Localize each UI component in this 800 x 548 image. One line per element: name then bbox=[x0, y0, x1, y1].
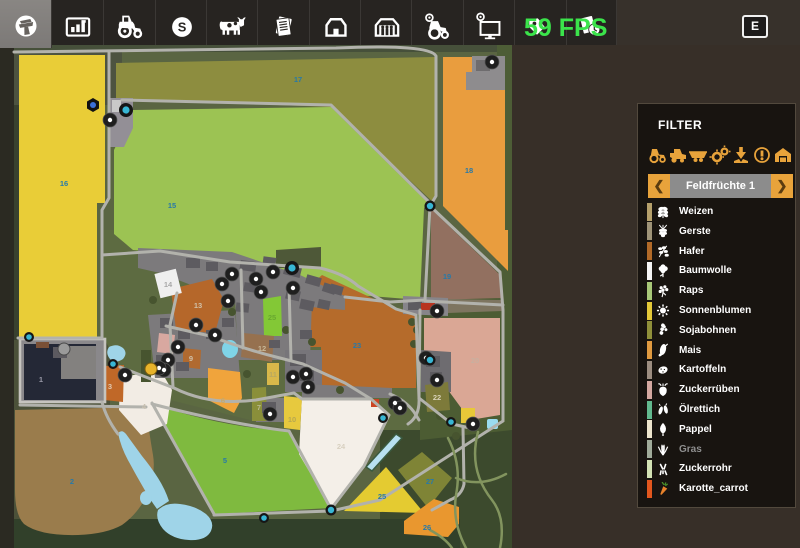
svg-text:16: 16 bbox=[60, 179, 68, 188]
svg-text:13: 13 bbox=[194, 301, 202, 310]
svg-text:6: 6 bbox=[221, 396, 225, 405]
svg-text:3: 3 bbox=[108, 382, 112, 391]
svg-text:26: 26 bbox=[423, 523, 431, 532]
svg-text:7: 7 bbox=[257, 403, 261, 412]
svg-text:22: 22 bbox=[433, 393, 441, 402]
svg-text:24: 24 bbox=[337, 442, 346, 451]
svg-text:12: 12 bbox=[258, 344, 266, 353]
svg-text:25: 25 bbox=[378, 492, 386, 501]
svg-text:9: 9 bbox=[189, 354, 193, 363]
svg-text:17: 17 bbox=[294, 75, 302, 84]
svg-text:23: 23 bbox=[353, 341, 361, 350]
svg-text:20: 20 bbox=[471, 356, 479, 365]
svg-text:1: 1 bbox=[39, 375, 43, 384]
svg-text:19: 19 bbox=[443, 272, 451, 281]
svg-text:5: 5 bbox=[223, 456, 227, 465]
svg-text:15: 15 bbox=[168, 201, 176, 210]
svg-text:27: 27 bbox=[426, 477, 434, 486]
svg-text:2: 2 bbox=[70, 477, 74, 486]
svg-text:10: 10 bbox=[288, 415, 296, 424]
svg-text:S: S bbox=[178, 20, 187, 35]
svg-text:11: 11 bbox=[269, 370, 277, 379]
svg-text:14: 14 bbox=[164, 280, 173, 289]
svg-text:25: 25 bbox=[268, 313, 276, 322]
svg-text:18: 18 bbox=[465, 166, 473, 175]
